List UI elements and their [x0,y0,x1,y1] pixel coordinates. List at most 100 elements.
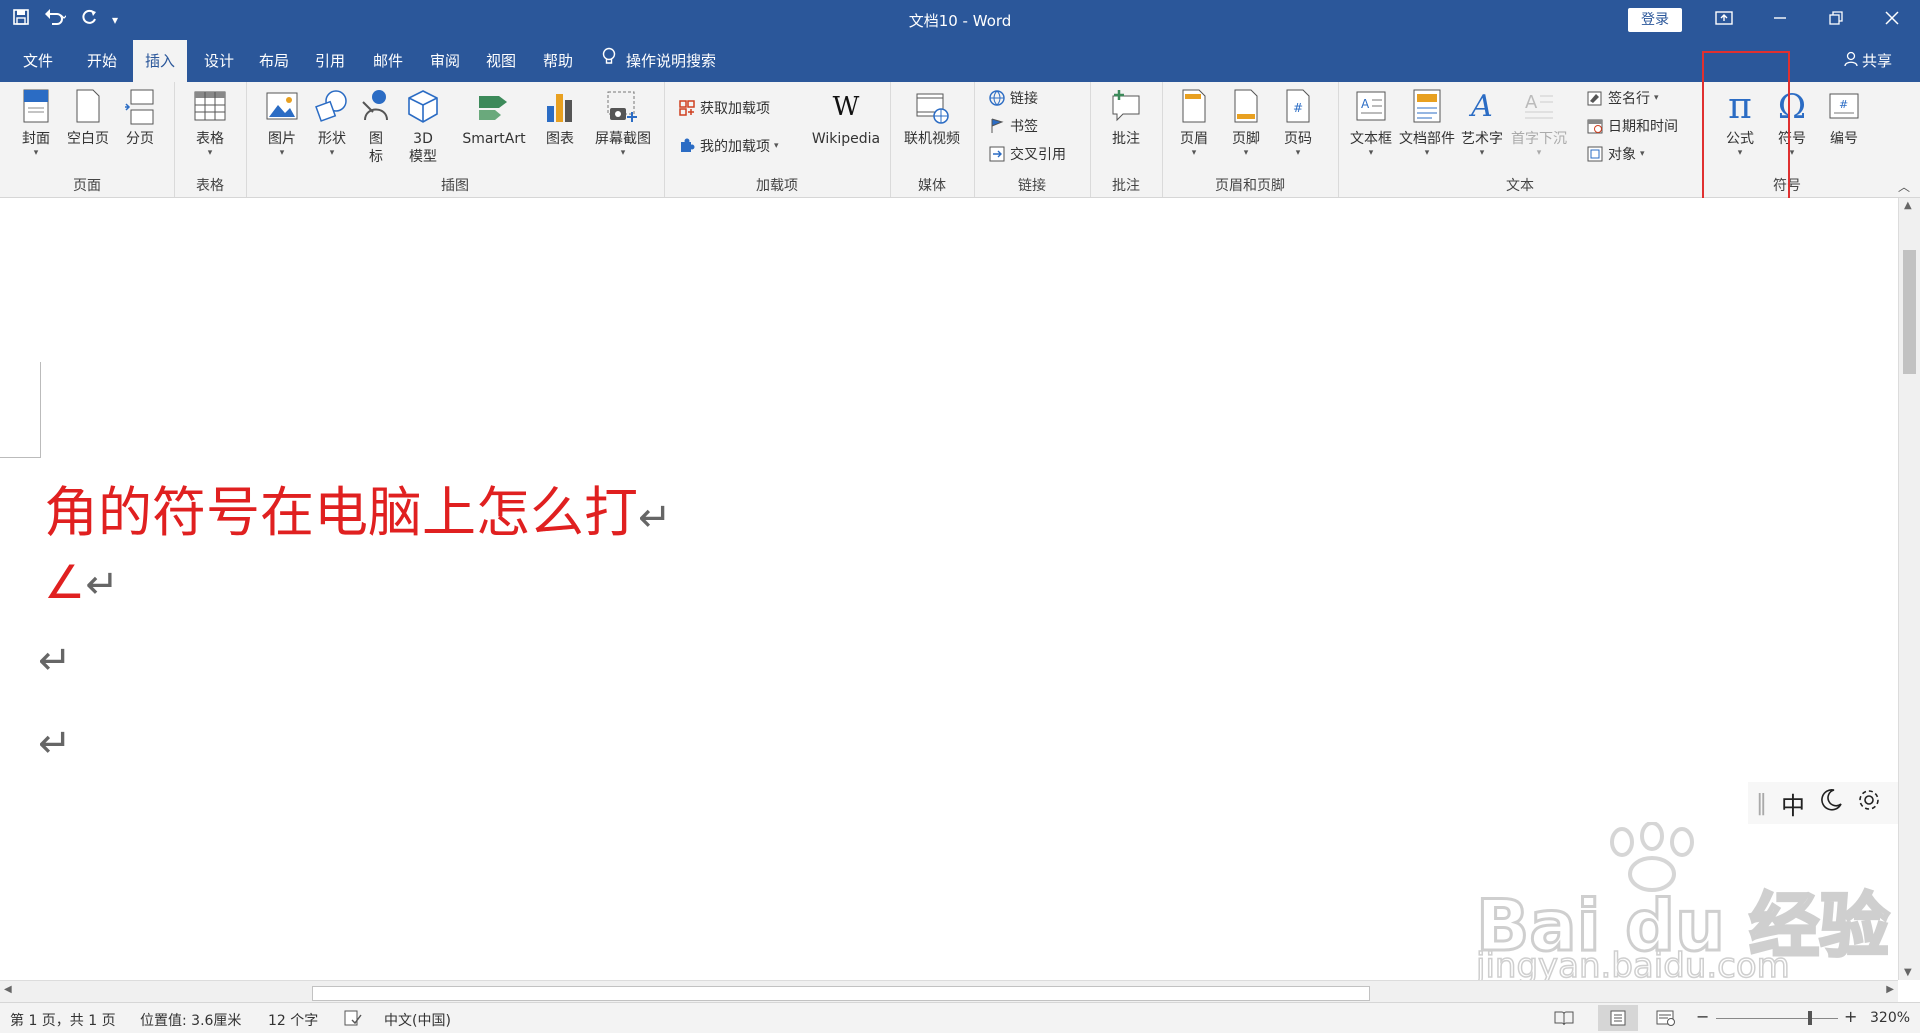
table-button[interactable]: 表格 ▾ [182,88,238,158]
proofing-icon[interactable] [344,1010,362,1030]
date-time-button[interactable]: 日期和时间 [1586,116,1678,136]
tab-design[interactable]: 设计 [195,40,243,82]
group-links: 链接 书签 交叉引用 链接 [974,82,1091,197]
language[interactable]: 中文(中国) [384,1010,451,1030]
half-width-moon-icon[interactable] [1819,788,1843,818]
minimize-icon[interactable] [1752,0,1808,40]
wordart-icon: A [1471,89,1493,124]
margin-crop-mark [0,362,41,458]
share-button[interactable]: 共享 [1844,40,1892,82]
object-button[interactable]: 对象 ▾ [1586,144,1645,164]
scroll-left-icon[interactable]: ◀ [4,984,12,995]
get-addins-button[interactable]: 获取加载项 [678,98,770,118]
group-tables: 表格 ▾ 表格 [174,82,247,197]
page-number-icon: # [1286,89,1310,123]
signature-icon [1587,91,1602,106]
comment-icon [1112,90,1140,122]
icons-button[interactable]: 图 标 [354,88,398,166]
tab-layout[interactable]: 布局 [250,40,298,82]
wordart-button[interactable]: A 艺术字 ▾ [1456,88,1508,158]
number-button[interactable]: # 编号 [1818,88,1870,148]
svg-text:#: # [1293,101,1303,115]
tab-insert[interactable]: 插入 [133,40,187,82]
bookmark-button[interactable]: 书签 [988,116,1038,136]
horizontal-scroll-thumb[interactable] [312,986,1370,1001]
baidu-watermark: Bai du 经验 jingyan.baidu.com [1472,822,1891,987]
page-break-button[interactable]: 分页 [112,88,168,148]
login-button[interactable]: 登录 [1628,8,1682,32]
cross-reference-button[interactable]: 交叉引用 [988,144,1066,164]
zoom-in-button[interactable]: + [1844,1007,1857,1026]
page-count[interactable]: 第 1 页，共 1 页 [10,1010,116,1030]
web-layout-icon[interactable] [1656,1010,1676,1030]
restore-ribbon-icon[interactable] [1696,0,1752,40]
tab-view[interactable]: 视图 [477,40,525,82]
screenshot-button[interactable]: 屏幕截图 ▾ [588,88,658,158]
close-icon[interactable] [1864,0,1920,40]
drop-cap-button[interactable]: A 首字下沉 ▾ [1508,88,1570,158]
link-button[interactable]: 链接 [988,88,1038,108]
screenshot-icon [607,91,637,122]
ime-drag-handle[interactable]: ‖ [1756,791,1767,816]
collapse-ribbon-icon[interactable]: ︿ [1898,178,1910,195]
group-label: 链接 [1018,178,1046,194]
header-button[interactable]: 页眉 ▾ [1168,88,1220,158]
shapes-button[interactable]: 形状 ▾ [304,88,360,158]
document-line-4[interactable]: ↵ [38,721,72,767]
zoom-slider-thumb[interactable] [1808,1011,1812,1025]
icons-icon [362,90,388,121]
vertical-scrollbar[interactable]: ▲ ▼ [1898,198,1920,980]
chart-button[interactable]: 图表 [534,88,586,148]
document-line-3[interactable]: ↵ [38,638,72,684]
blank-page-button[interactable]: 空白页 [60,88,116,148]
restore-icon[interactable] [1808,0,1864,40]
group-label: 加载项 [756,178,798,194]
comment-button[interactable]: 批注 [1098,88,1154,148]
cursor-position[interactable]: 位置值: 3.6厘米 [140,1010,241,1030]
page-break-icon [125,89,154,125]
zoom-slider-track[interactable] [1716,1018,1838,1019]
tab-references[interactable]: 引用 [306,40,354,82]
word-count[interactable]: 12 个字 [268,1010,318,1030]
page-number-button[interactable]: # 页码 ▾ [1272,88,1324,158]
group-label: 页面 [73,178,101,194]
group-label: 插图 [441,178,469,194]
smartart-button[interactable]: SmartArt [458,88,530,148]
pictures-button[interactable]: 图片 ▾ [254,88,310,158]
scroll-right-icon[interactable]: ▶ [1886,984,1894,995]
footer-button[interactable]: 页脚 ▾ [1220,88,1272,158]
tab-help[interactable]: 帮助 [534,40,582,82]
quick-parts-button[interactable]: 文档部件 ▾ [1398,88,1456,158]
horizontal-scrollbar[interactable]: ◀ ▶ [0,980,1898,1003]
group-label: 页眉和页脚 [1215,178,1285,194]
tab-file[interactable]: 文件 [14,40,62,82]
document-line-2[interactable]: ∠↵ [44,555,119,609]
document-line-1[interactable]: 角的符号在电脑上怎么打↵ [44,468,672,547]
tell-me-search[interactable]: 操作说明搜索 [602,40,716,82]
zoom-out-button[interactable]: − [1696,1007,1709,1026]
scroll-down-icon[interactable]: ▼ [1904,967,1912,978]
ime-mode-toggle[interactable]: 中 [1781,786,1805,821]
tab-mailings[interactable]: 邮件 [364,40,412,82]
vertical-scroll-thumb[interactable] [1903,250,1916,374]
read-mode-icon[interactable] [1554,1010,1574,1030]
cover-page-button[interactable]: 封面 ▾ [8,88,64,158]
print-layout-icon[interactable] [1598,1005,1638,1031]
signature-line-button[interactable]: 签名行 ▾ [1586,88,1659,108]
text-box-button[interactable]: A 文本框 ▾ [1344,88,1398,158]
shapes-icon [315,90,347,122]
scroll-up-icon[interactable]: ▲ [1904,200,1912,211]
settings-gear-icon[interactable] [1857,788,1881,818]
svg-text:A: A [1525,92,1538,113]
tab-review[interactable]: 审阅 [421,40,469,82]
calendar-icon [1587,119,1603,134]
online-video-button[interactable]: 联机视频 [900,88,964,148]
3d-models-button[interactable]: 3D 模型 [400,88,446,166]
drop-cap-icon: A [1525,92,1553,119]
bar-chart-icon [547,94,572,122]
tab-home[interactable]: 开始 [78,40,126,82]
zoom-level[interactable]: 320% [1870,1010,1910,1026]
my-addins-button[interactable]: 我的加载项 ▾ [678,136,779,156]
lightbulb-icon [602,41,616,83]
wikipedia-button[interactable]: W Wikipedia [808,88,884,148]
